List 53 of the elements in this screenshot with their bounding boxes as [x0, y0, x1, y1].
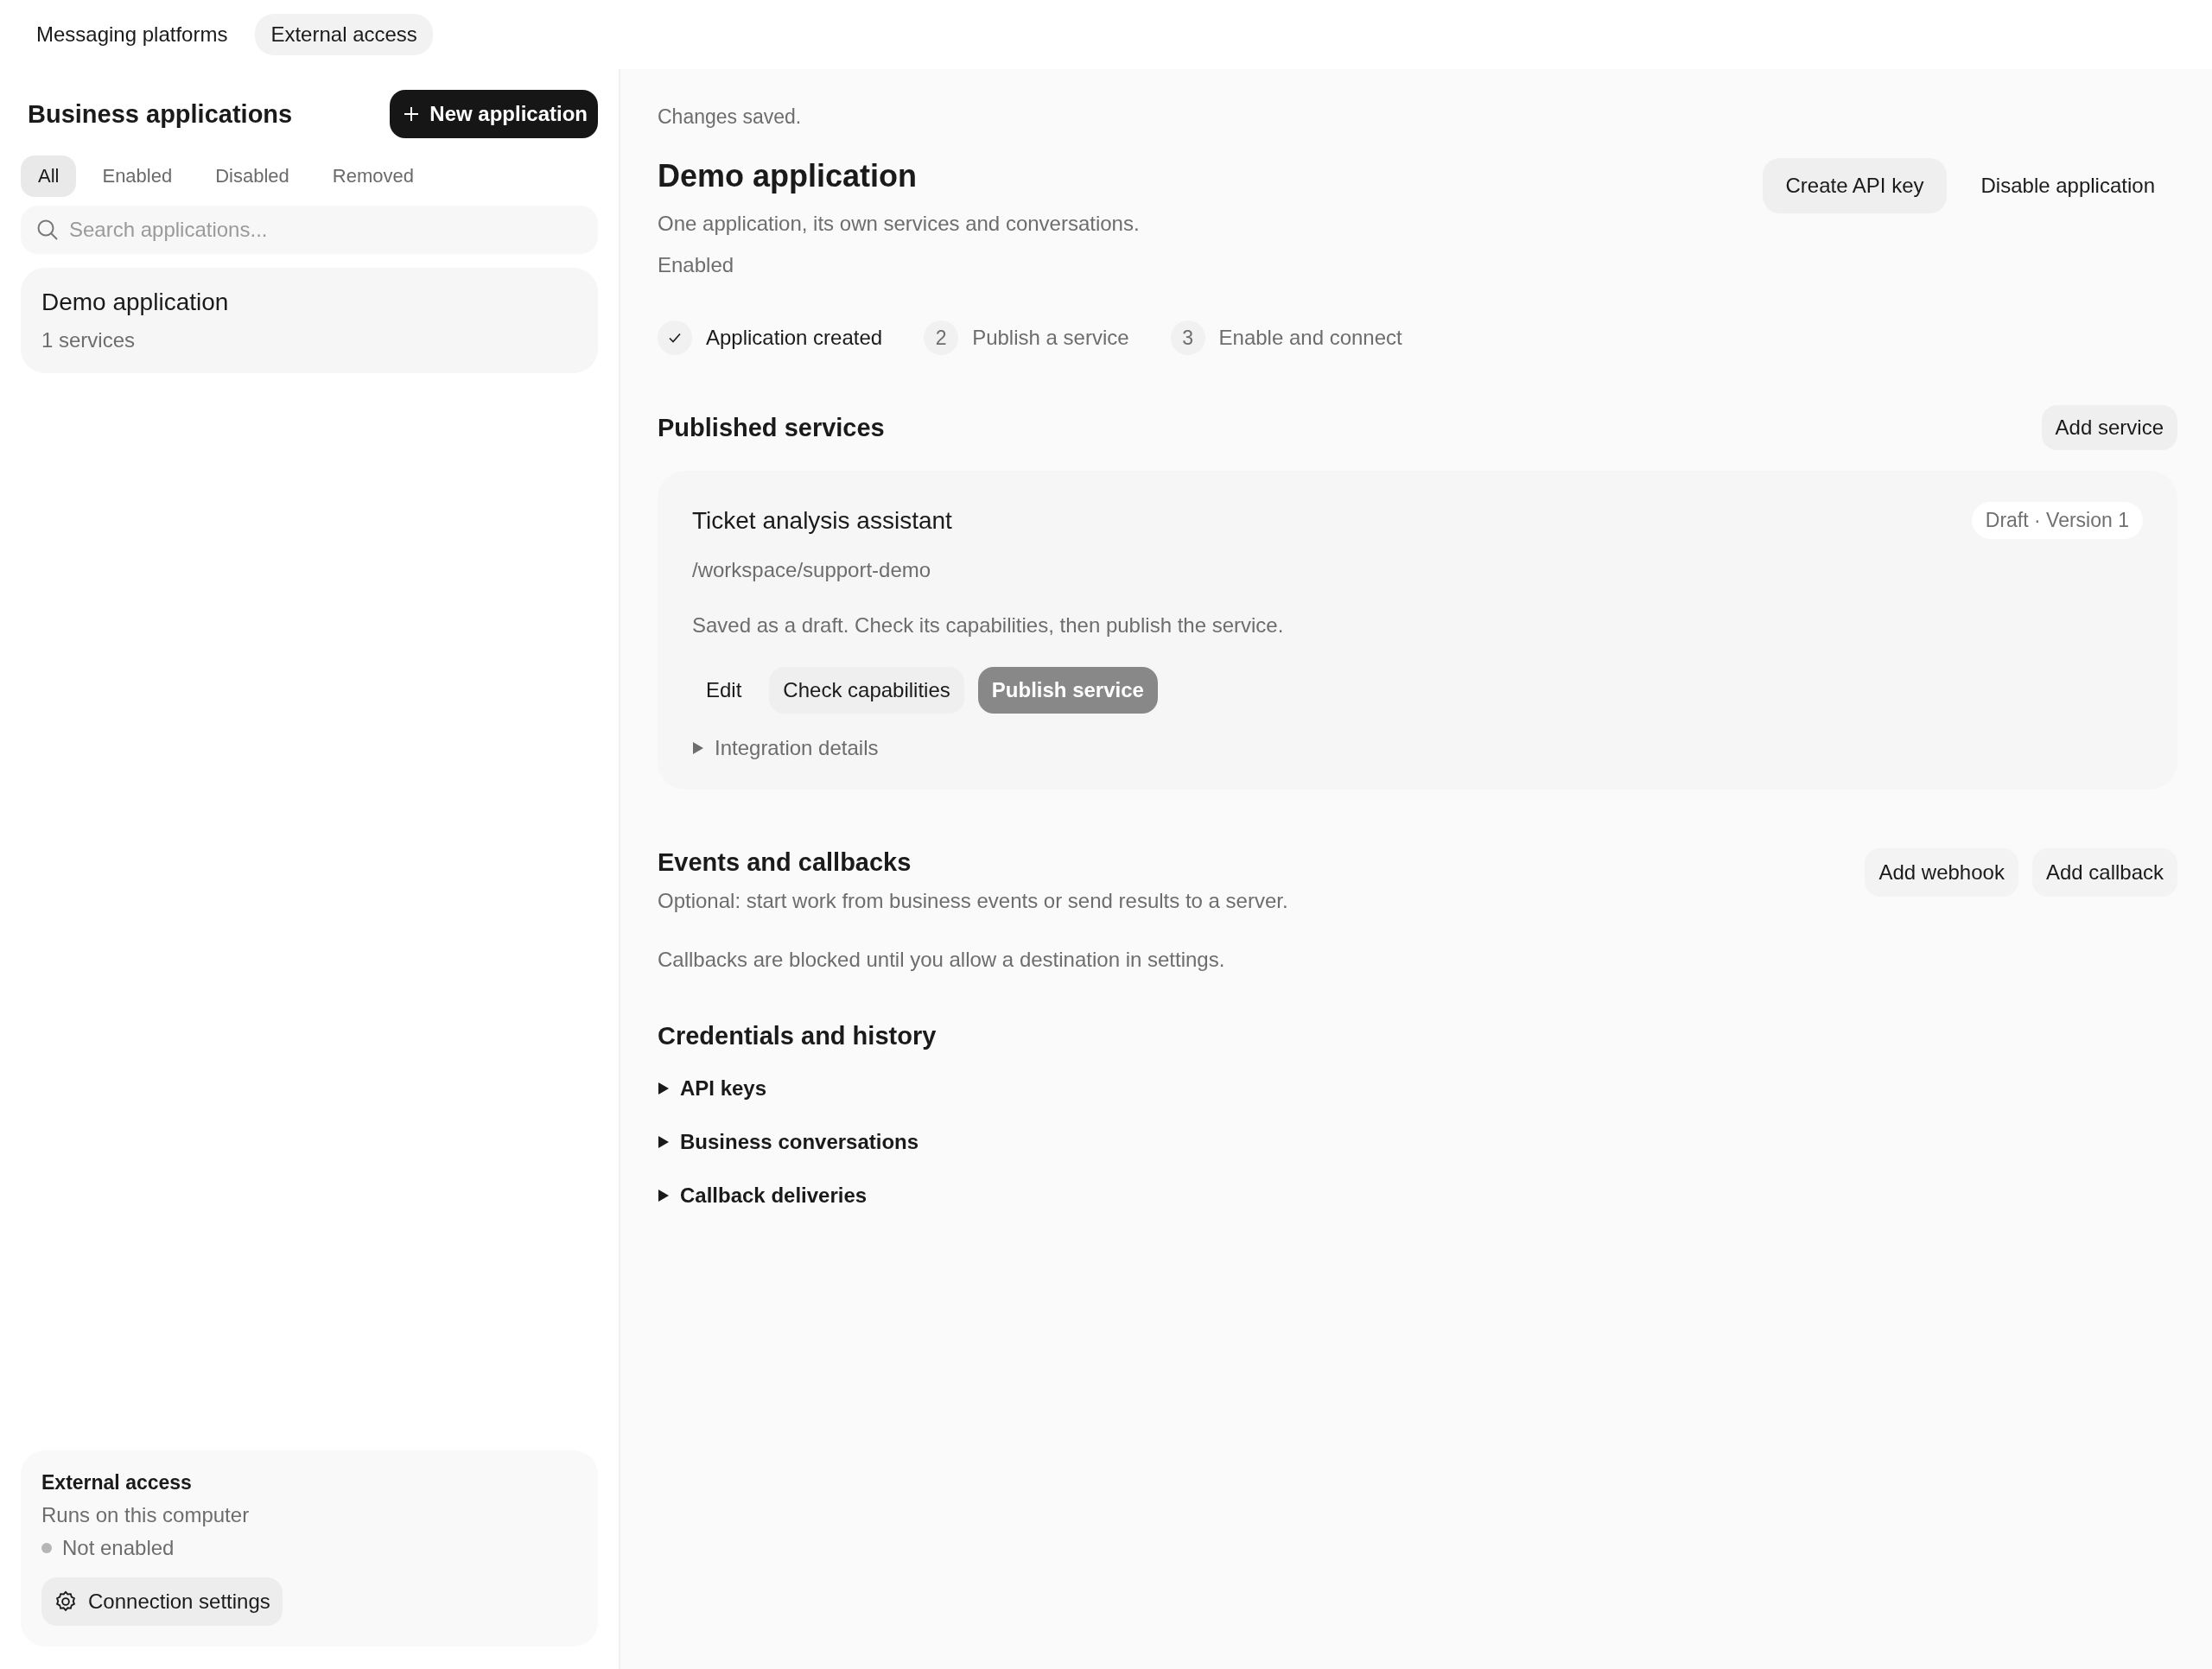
settings-icon	[54, 1590, 78, 1614]
application-title: Demo application	[658, 158, 918, 194]
triangle-icon	[692, 741, 704, 755]
top-tab[interactable]: External access	[255, 14, 433, 55]
status-label: Not enabled	[62, 1536, 175, 1560]
save-notice: Changes saved.	[658, 105, 803, 129]
filter-tab[interactable]: Removed	[315, 155, 431, 197]
service-name: Ticket analysis assistant	[692, 506, 952, 535]
card-title: External access	[41, 1471, 193, 1494]
search-field[interactable]: Search applications...	[21, 206, 598, 254]
step-label: Publish a service	[972, 326, 1129, 350]
event-action-button[interactable]: Add callback	[2031, 848, 2177, 897]
service-message: Saved as a draft. Check its capabilities, then publish the service.	[692, 613, 1285, 638]
application-description: One application, its own services and conversations.	[658, 212, 1140, 236]
step-label: Application created	[706, 326, 883, 350]
triangle-icon	[658, 1189, 670, 1203]
version-badge: Draft · Version 1	[1971, 502, 2143, 539]
new-application-button[interactable]: New application	[390, 90, 598, 138]
history-section-toggle[interactable]: Business conversations	[658, 1130, 919, 1154]
callback-note: Callbacks are blocked until you allow a destination in settings.	[658, 948, 1226, 972]
application-status: Enabled	[658, 253, 735, 277]
add-service-button[interactable]: Add service	[2041, 405, 2177, 450]
event-action-button[interactable]: Add webhook	[1865, 848, 2018, 897]
card-subtitle: Runs on this computer	[41, 1503, 251, 1527]
triangle-icon	[658, 1082, 670, 1095]
step-number: 2	[924, 320, 959, 355]
application-card[interactable]: Demo application 1 services	[21, 268, 598, 373]
filter-tab[interactable]: Enabled	[85, 155, 190, 197]
section-title: Credentials and history	[658, 1022, 938, 1050]
step-label: Enable and connect	[1218, 326, 1402, 350]
service-path: /workspace/support-demo	[692, 558, 932, 582]
integration-details-toggle[interactable]: Integration details	[692, 736, 879, 760]
service-action-button[interactable]: Check capabilities	[769, 667, 964, 714]
service-action-button[interactable]: Publish service	[977, 667, 1158, 714]
section-title: Events and callbacks	[658, 848, 912, 877]
search-icon	[36, 219, 59, 241]
section-title: Published services	[658, 413, 885, 442]
filter-tab[interactable]: Disabled	[198, 155, 307, 197]
sidebar-title: Business applications	[28, 99, 293, 129]
top-tab[interactable]: Messaging platforms	[21, 14, 244, 55]
history-section-toggle[interactable]: Callback deliveries	[658, 1184, 868, 1208]
header-button[interactable]: Disable application	[1958, 158, 2177, 213]
connection-settings-button[interactable]: Connection settings	[41, 1577, 283, 1626]
plus-icon	[404, 106, 420, 122]
application-name: Demo application	[41, 289, 230, 316]
service-count: 1 services	[41, 328, 137, 352]
step-number: 3	[1170, 320, 1205, 355]
header-button[interactable]: Create API key	[1763, 158, 1947, 213]
service-action-button[interactable]: Edit	[692, 667, 756, 714]
history-section-toggle[interactable]: API keys	[658, 1076, 767, 1101]
triangle-icon	[658, 1135, 670, 1149]
section-description: Optional: start work from business events or send results to a server.	[658, 889, 1288, 913]
filter-tab[interactable]: All	[21, 155, 77, 197]
